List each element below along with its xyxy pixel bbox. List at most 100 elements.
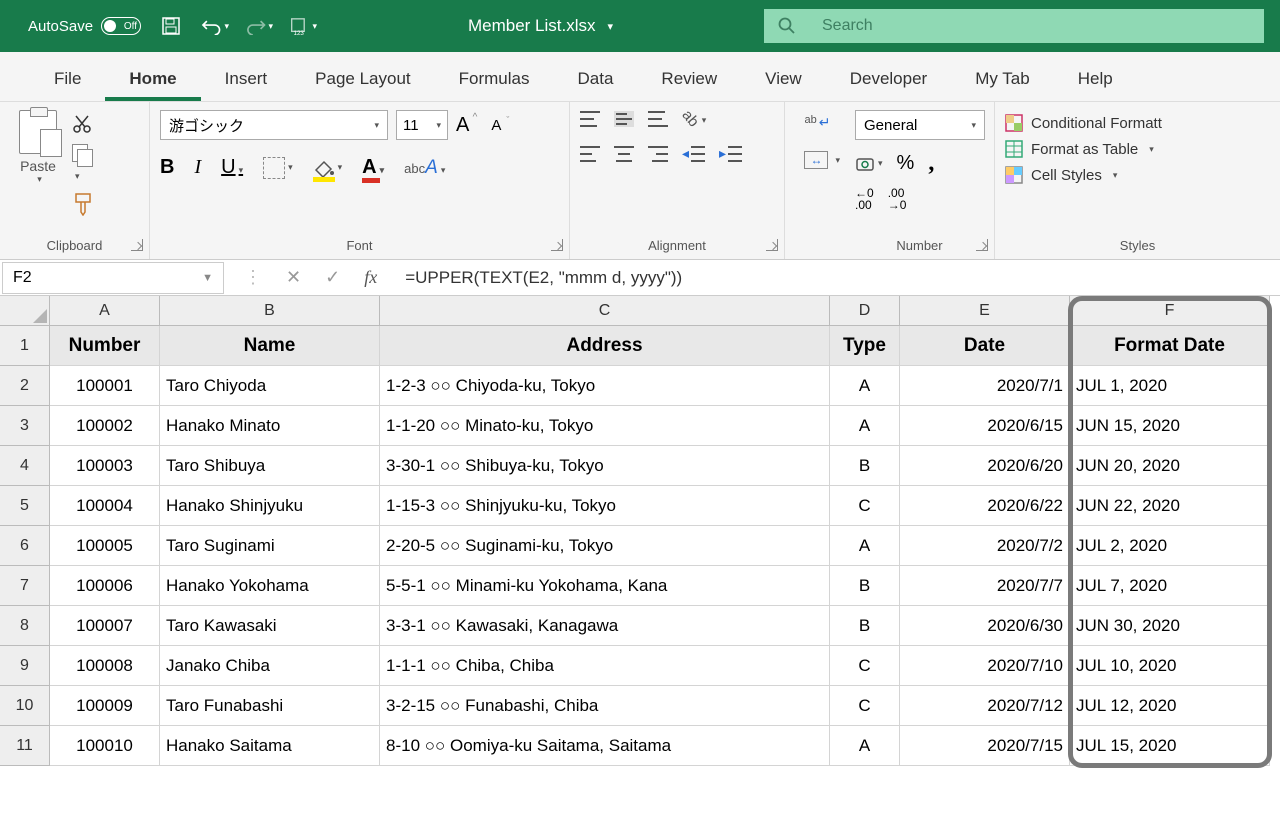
paste-button[interactable]: Paste ▾	[10, 110, 66, 216]
cell-number[interactable]: 100008	[50, 646, 160, 686]
comma-button[interactable]: ,	[928, 150, 934, 177]
menu-view[interactable]: View	[741, 59, 826, 101]
cell-number[interactable]: 100009	[50, 686, 160, 726]
increase-decimal-button[interactable]: ←0.00	[855, 187, 874, 211]
cell-format-date[interactable]: JUL 7, 2020	[1070, 566, 1270, 606]
document-name[interactable]: Member List.xlsx	[468, 16, 596, 36]
wrap-text-button[interactable]: ab↵	[804, 114, 840, 131]
cell-address[interactable]: 5-5-1 ○○ Minami-ku Yokohama, Kana	[380, 566, 830, 606]
column-header-E[interactable]: E	[900, 296, 1070, 326]
align-middle-button[interactable]	[614, 111, 634, 127]
cell-type[interactable]: C	[830, 646, 900, 686]
cell-name[interactable]: Hanako Shinjyuku	[160, 486, 380, 526]
copy-button[interactable]: ▾	[72, 144, 94, 182]
row-header-5[interactable]: 5	[0, 486, 50, 526]
align-left-button[interactable]	[580, 146, 600, 162]
header-cell[interactable]: Format Date	[1070, 326, 1270, 366]
cell-name[interactable]: Janako Chiba	[160, 646, 380, 686]
formula-input[interactable]: =UPPER(TEXT(E2, "mmm d, yyyy"))	[395, 268, 1280, 288]
row-header-6[interactable]: 6	[0, 526, 50, 566]
cell-format-date[interactable]: JUL 15, 2020	[1070, 726, 1270, 766]
increase-indent-button[interactable]: ▸	[719, 145, 742, 162]
cell-date[interactable]: 2020/7/10	[900, 646, 1070, 686]
row-header-10[interactable]: 10	[0, 686, 50, 726]
search-box[interactable]: Search	[764, 9, 1264, 43]
cancel-formula-button[interactable]: ✕	[286, 267, 301, 288]
font-color-button[interactable]: A▾	[362, 156, 384, 179]
cell-address[interactable]: 3-2-15 ○○ Funabashi, Chiba	[380, 686, 830, 726]
touch-mode-button[interactable]: 123▾	[289, 12, 317, 40]
align-top-button[interactable]	[580, 111, 600, 127]
column-header-A[interactable]: A	[50, 296, 160, 326]
cell-date[interactable]: 2020/6/20	[900, 446, 1070, 486]
number-format-select[interactable]: General▾	[855, 110, 985, 140]
cell-address[interactable]: 1-2-3 ○○ Chiyoda-ku, Tokyo	[380, 366, 830, 406]
font-dialog-launcher[interactable]	[551, 239, 563, 251]
align-bottom-button[interactable]	[648, 111, 668, 127]
redo-button[interactable]: ▾	[245, 12, 273, 40]
cell-type[interactable]: B	[830, 446, 900, 486]
select-all-corner[interactable]	[0, 296, 50, 326]
cell-name[interactable]: Hanako Yokohama	[160, 566, 380, 606]
cell-format-date[interactable]: JUN 30, 2020	[1070, 606, 1270, 646]
cell-date[interactable]: 2020/6/22	[900, 486, 1070, 526]
cell-address[interactable]: 3-3-1 ○○ Kawasaki, Kanagawa	[380, 606, 830, 646]
save-button[interactable]	[157, 12, 185, 40]
cell-type[interactable]: C	[830, 686, 900, 726]
cell-number[interactable]: 100005	[50, 526, 160, 566]
increase-font-button[interactable]: A^	[456, 114, 469, 137]
column-header-B[interactable]: B	[160, 296, 380, 326]
cell-format-date[interactable]: JUL 2, 2020	[1070, 526, 1270, 566]
phonetic-button[interactable]: abcA▾	[404, 157, 445, 179]
number-dialog-launcher[interactable]	[976, 239, 988, 251]
format-as-table-button[interactable]: Format as Table▾	[1005, 136, 1270, 162]
cell-number[interactable]: 100007	[50, 606, 160, 646]
format-painter-button[interactable]	[72, 192, 94, 216]
header-cell[interactable]: Number	[50, 326, 160, 366]
row-header-9[interactable]: 9	[0, 646, 50, 686]
cell-address[interactable]: 1-1-20 ○○ Minato-ku, Tokyo	[380, 406, 830, 446]
alignment-dialog-launcher[interactable]	[766, 239, 778, 251]
cell-type[interactable]: C	[830, 486, 900, 526]
bold-button[interactable]: B	[160, 156, 174, 179]
menu-developer[interactable]: Developer	[826, 59, 952, 101]
menu-file[interactable]: File	[30, 59, 105, 101]
cell-type[interactable]: B	[830, 606, 900, 646]
cell-type[interactable]: A	[830, 726, 900, 766]
accept-formula-button[interactable]: ✓	[325, 267, 340, 288]
cell-number[interactable]: 100010	[50, 726, 160, 766]
fill-color-button[interactable]: ▾	[313, 158, 343, 178]
cell-name[interactable]: Taro Kawasaki	[160, 606, 380, 646]
row-header-3[interactable]: 3	[0, 406, 50, 446]
header-cell[interactable]: Name	[160, 326, 380, 366]
row-header-7[interactable]: 7	[0, 566, 50, 606]
cell-date[interactable]: 2020/6/30	[900, 606, 1070, 646]
header-cell[interactable]: Date	[900, 326, 1070, 366]
name-box[interactable]: F2▼	[2, 262, 224, 294]
orientation-button[interactable]: ab▾	[682, 110, 706, 127]
column-header-D[interactable]: D	[830, 296, 900, 326]
font-name-select[interactable]: 游ゴシック▾	[160, 110, 388, 140]
row-header-2[interactable]: 2	[0, 366, 50, 406]
menu-page-layout[interactable]: Page Layout	[291, 59, 434, 101]
cell-type[interactable]: A	[830, 526, 900, 566]
cell-date[interactable]: 2020/7/15	[900, 726, 1070, 766]
row-header-1[interactable]: 1	[0, 326, 50, 366]
cell-format-date[interactable]: JUN 15, 2020	[1070, 406, 1270, 446]
menu-formulas[interactable]: Formulas	[435, 59, 554, 101]
cell-address[interactable]: 3-30-1 ○○ Shibuya-ku, Tokyo	[380, 446, 830, 486]
border-button[interactable]: ▾	[263, 157, 293, 179]
cell-styles-button[interactable]: Cell Styles▾	[1005, 162, 1270, 188]
menu-my-tab[interactable]: My Tab	[951, 59, 1054, 101]
italic-button[interactable]: I	[194, 156, 201, 179]
cell-name[interactable]: Hanako Minato	[160, 406, 380, 446]
cell-number[interactable]: 100003	[50, 446, 160, 486]
cell-type[interactable]: B	[830, 566, 900, 606]
cell-name[interactable]: Taro Chiyoda	[160, 366, 380, 406]
cell-number[interactable]: 100002	[50, 406, 160, 446]
cell-type[interactable]: A	[830, 406, 900, 446]
cell-format-date[interactable]: JUL 12, 2020	[1070, 686, 1270, 726]
cell-address[interactable]: 1-15-3 ○○ Shinjyuku-ku, Tokyo	[380, 486, 830, 526]
cell-address[interactable]: 8-10 ○○ Oomiya-ku Saitama, Saitama	[380, 726, 830, 766]
cell-date[interactable]: 2020/7/2	[900, 526, 1070, 566]
